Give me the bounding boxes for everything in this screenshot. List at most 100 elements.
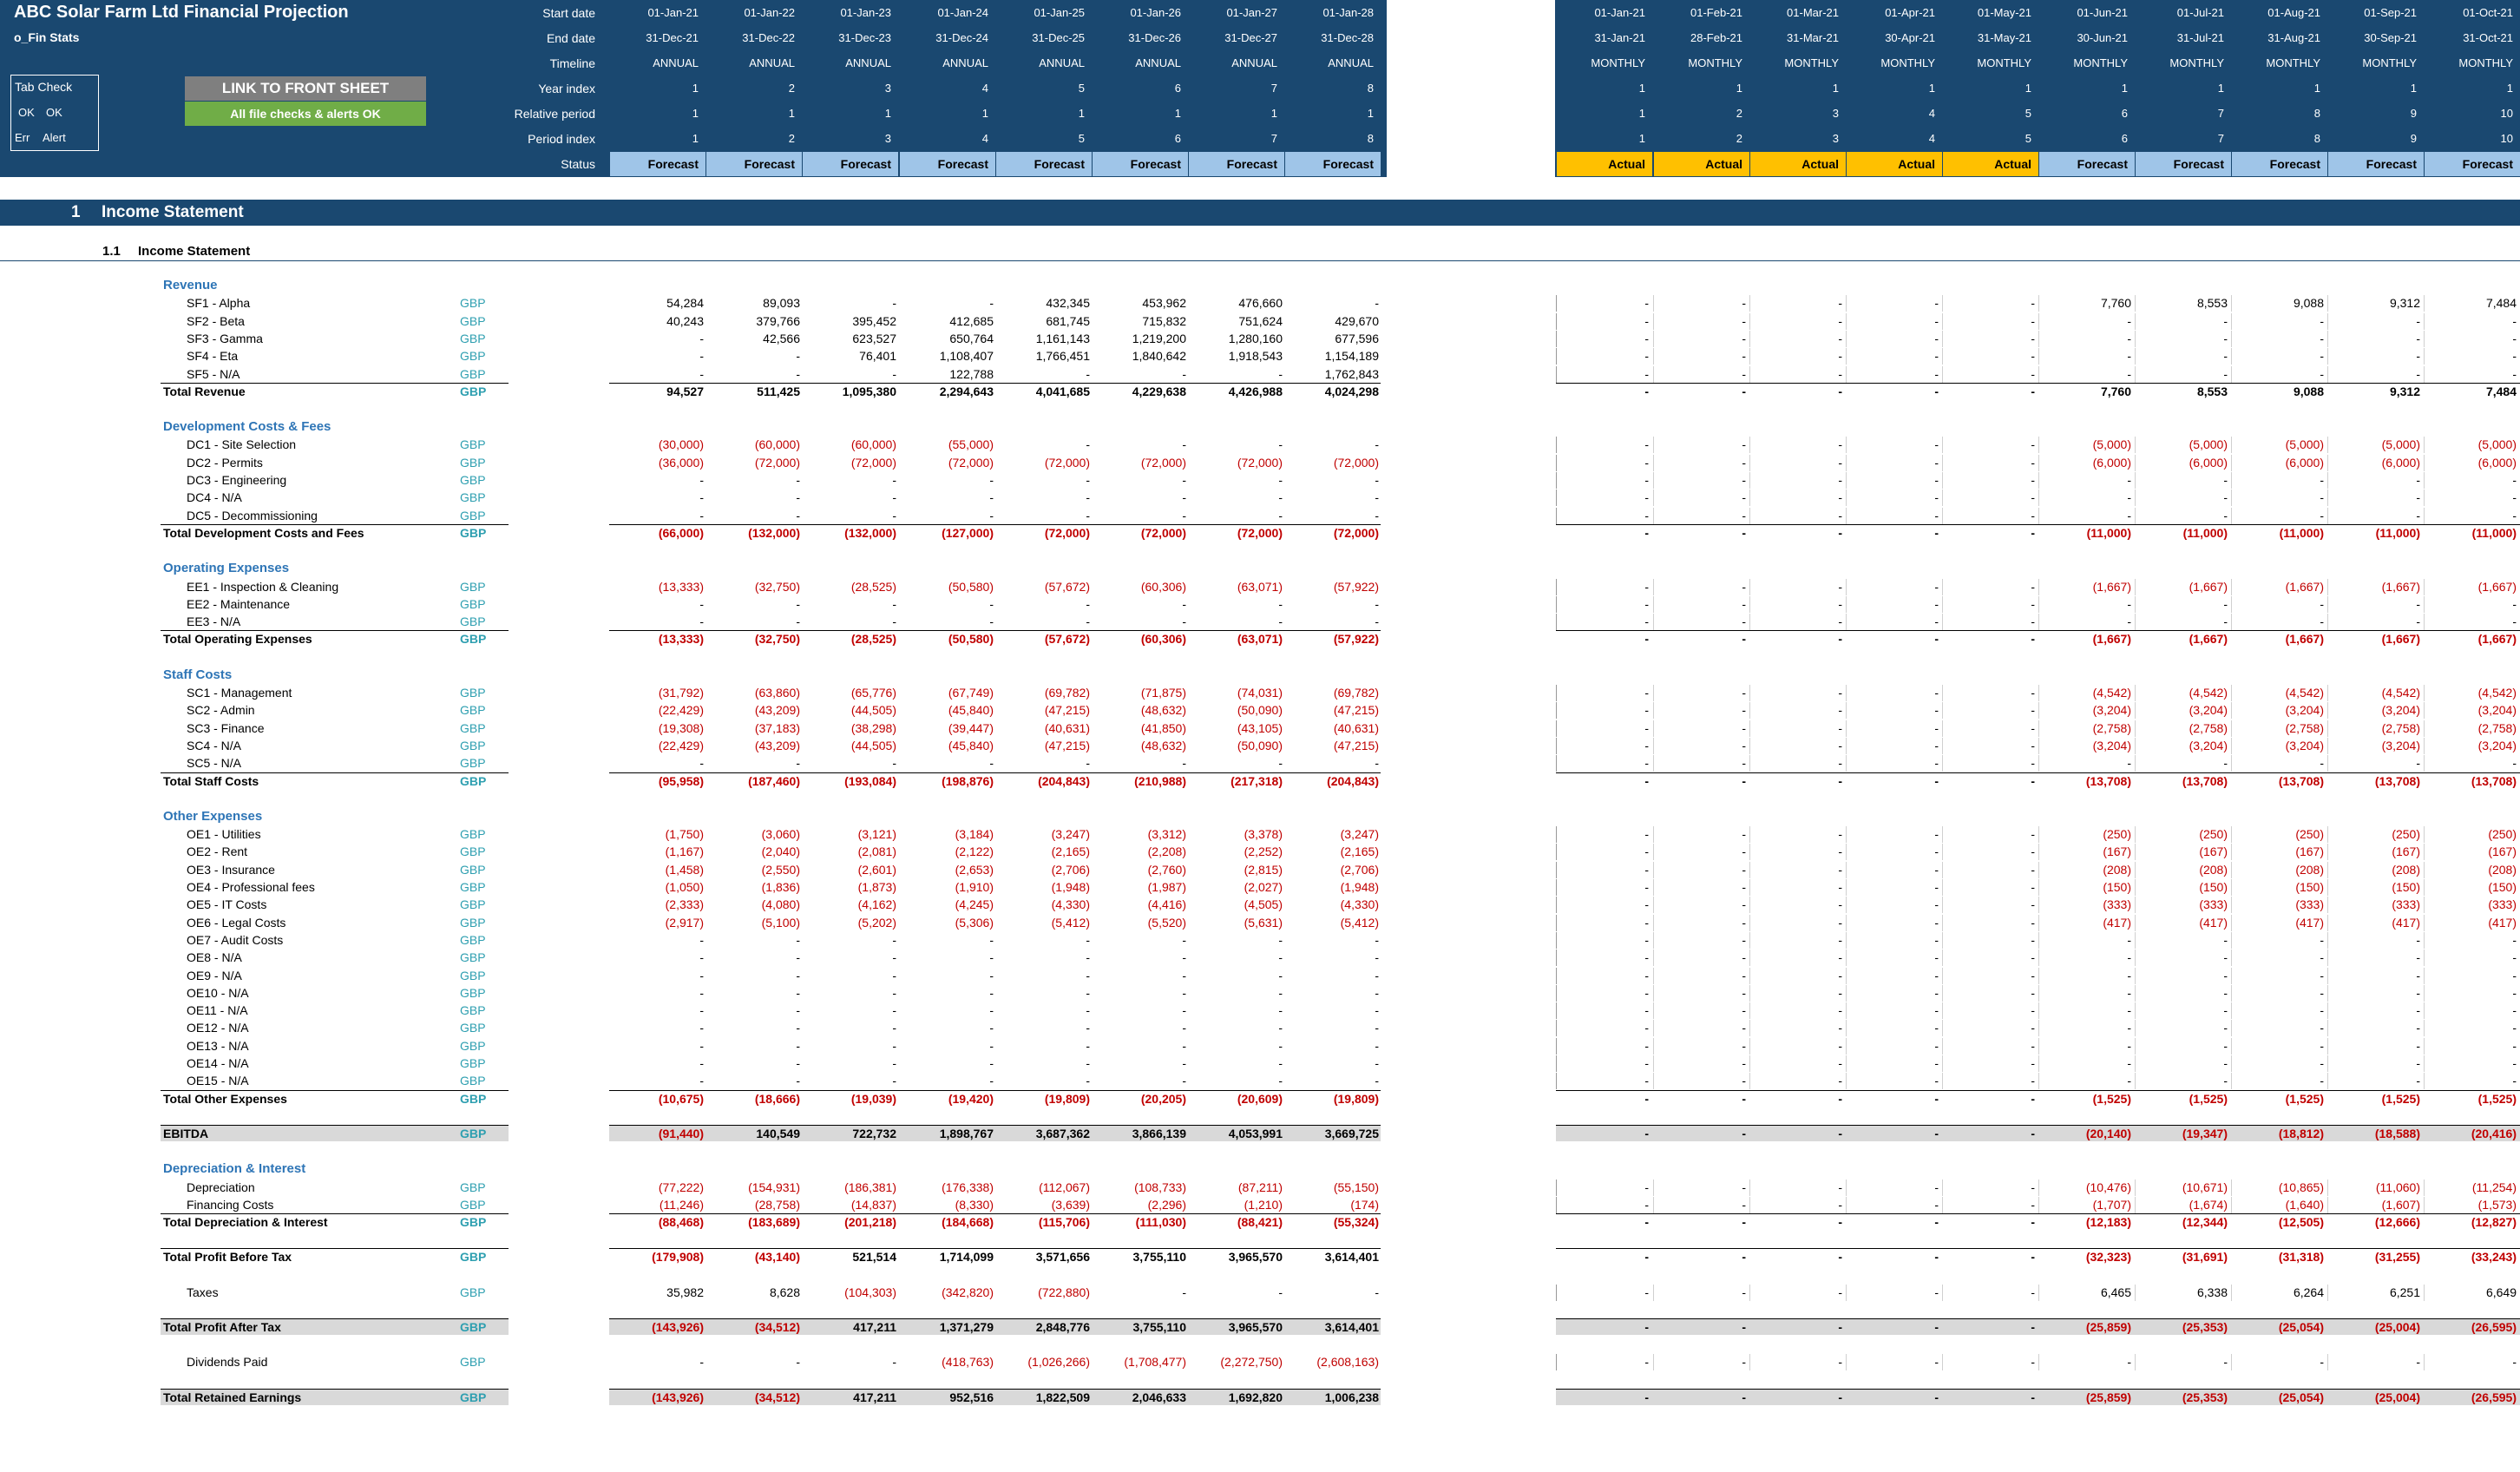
monthly-value-cell: (19,347): [2182, 1126, 2228, 1140]
monthly-value-cell: (167): [2488, 844, 2517, 859]
annual-status-cell: Forecast: [996, 152, 1092, 176]
monthly-value-cell: -: [2223, 1355, 2228, 1370]
monthly-cell-divider: [2327, 614, 2328, 631]
monthly-value-cell: (11,000): [2182, 525, 2228, 540]
annual-value-cell: (4,416): [1147, 897, 1186, 912]
monthly-value-cell: -: [2416, 985, 2420, 1000]
annual-value-cell: 412,685: [949, 313, 994, 328]
monthly-value-cell: -: [2223, 366, 2228, 381]
monthly-value-cell: -: [2127, 1003, 2131, 1018]
monthly-value-cell: (3,204): [2189, 703, 2228, 718]
monthly-cell-divider: [2424, 1020, 2425, 1037]
monthly-cell-divider: [2424, 614, 2425, 631]
annual-value-cell: -: [1278, 932, 1283, 947]
monthly-cell-divider: [2424, 897, 2425, 914]
annual-value-cell: -: [796, 473, 800, 487]
annual-year-index-cell: 2: [788, 82, 795, 95]
monthly-value-cell: -: [1742, 1320, 1746, 1334]
monthly-value-cell: (208): [2103, 862, 2131, 877]
annual-value-cell: (40,631): [1333, 720, 1379, 735]
monthly-value-cell: -: [1742, 968, 1746, 982]
annual-value-cell: (18,666): [754, 1091, 800, 1106]
monthly-value-cell: (150): [2392, 880, 2420, 894]
monthly-value-cell: (1,525): [2092, 1091, 2131, 1106]
monthly-cell-divider: [1942, 931, 1943, 949]
annual-value-cell: (20,609): [1237, 1091, 1283, 1106]
monthly-cell-divider: [2424, 755, 2425, 772]
monthly-cell-divider: [2327, 931, 2328, 949]
monthly-cell-divider: [2135, 702, 2136, 720]
monthly-cell-divider: [2424, 454, 2425, 471]
monthly-value-cell: (11,000): [2086, 525, 2131, 540]
row-unit: GBP: [460, 1074, 486, 1088]
annual-value-cell: -: [892, 932, 896, 947]
row-unit: GBP: [460, 703, 486, 718]
monthly-cell-divider: [1653, 967, 1654, 984]
monthly-value-cell: -: [1934, 1355, 1939, 1370]
monthly-cell-divider: [2135, 984, 2136, 1002]
row-unit: GBP: [460, 950, 486, 965]
annual-value-cell: 1,280,160: [1228, 331, 1283, 345]
monthly-start-date-cell: 01-Oct-21: [2463, 6, 2513, 19]
monthly-cell-divider: [2231, 1037, 2232, 1055]
monthly-year-index-cell: 1: [1928, 82, 1935, 95]
annual-value-cell: (2,296): [1147, 1197, 1186, 1212]
annual-value-cell: -: [699, 1074, 704, 1088]
monthly-value-cell: -: [1838, 1390, 1842, 1404]
annual-value-cell: (34,512): [754, 1320, 800, 1334]
monthly-cell-divider: [2231, 1055, 2232, 1072]
monthly-value-cell: -: [2031, 349, 2035, 364]
monthly-cell-divider: [2135, 1073, 2136, 1090]
monthly-value-cell: -: [1644, 313, 1649, 328]
annual-value-cell: (5,306): [955, 915, 994, 930]
monthly-value-cell: -: [2320, 950, 2324, 965]
annual-value-cell: 8,628: [769, 1285, 800, 1299]
monthly-value-cell: -: [1742, 1003, 1746, 1018]
monthly-cell-divider: [1653, 737, 1654, 754]
row-label: Total Retained Earnings: [163, 1390, 302, 1404]
monthly-value-cell: -: [2223, 950, 2228, 965]
monthly-value-cell: -: [2223, 473, 2228, 487]
annual-value-cell: (88,468): [658, 1215, 704, 1230]
row-label: Dividends Paid: [187, 1355, 268, 1370]
monthly-value-cell: -: [1644, 915, 1649, 930]
monthly-cell-divider: [2231, 826, 2232, 844]
monthly-year-index-cell: 1: [1832, 82, 1839, 95]
monthly-value-cell: -: [1644, 349, 1649, 364]
monthly-value-cell: 7,760: [2100, 296, 2131, 311]
monthly-cell-divider: [1556, 950, 1557, 967]
annual-value-cell: (1,167): [665, 844, 704, 859]
monthly-status-cell: Actual: [1557, 152, 1652, 176]
annual-value-cell: (43,209): [754, 738, 800, 752]
monthly-value-cell: -: [2223, 756, 2228, 771]
annual-value-cell: -: [796, 1056, 800, 1070]
monthly-cell-divider: [1556, 295, 1557, 312]
monthly-value-cell: -: [1934, 1250, 1939, 1265]
monthly-cell-divider: [1942, 578, 1943, 595]
annual-value-cell: 952,516: [949, 1390, 994, 1404]
monthly-cell-divider: [1556, 472, 1557, 489]
monthly-value-cell: -: [1838, 720, 1842, 735]
annual-timeline-cell: ANNUAL: [653, 56, 699, 69]
annual-timeline-cell: ANNUAL: [1328, 56, 1374, 69]
monthly-value-cell: (250): [2488, 827, 2517, 842]
annual-value-cell: -: [1278, 490, 1283, 505]
monthly-value-cell: (6,000): [2381, 455, 2420, 470]
annual-start-date-cell: 01-Jan-23: [840, 6, 891, 19]
monthly-value-cell: -: [1644, 1320, 1649, 1334]
annual-value-cell: (3,247): [1051, 827, 1090, 842]
monthly-value-cell: -: [2320, 1021, 2324, 1035]
monthly-cell-divider: [1846, 1179, 1847, 1196]
monthly-value-cell: 7,760: [2100, 384, 2131, 398]
monthly-value-cell: (1,607): [2381, 1197, 2420, 1212]
row-unit: GBP: [460, 1250, 487, 1265]
annual-value-cell: -: [1278, 756, 1283, 771]
monthly-value-cell: (25,054): [2278, 1320, 2324, 1334]
monthly-value-cell: -: [1838, 932, 1842, 947]
monthly-cell-divider: [2038, 295, 2039, 312]
annual-value-cell: 1,154,189: [1324, 349, 1379, 364]
row-group-label: Development Costs & Fees: [163, 419, 331, 435]
monthly-value-cell: -: [1934, 437, 1939, 452]
monthly-cell-divider: [2424, 472, 2425, 489]
monthly-cell-divider: [2135, 861, 2136, 878]
